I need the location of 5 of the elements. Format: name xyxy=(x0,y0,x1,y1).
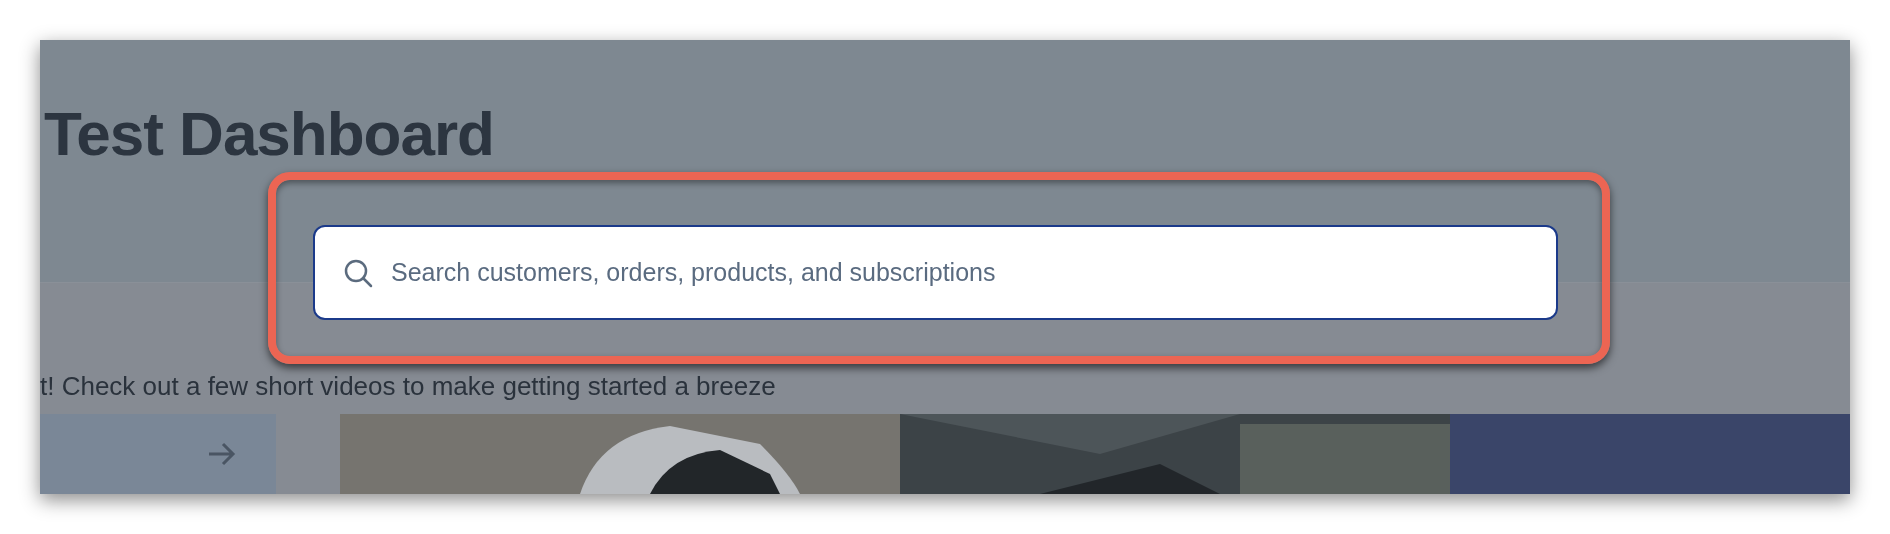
search-icon xyxy=(343,258,373,288)
intro-text: t! Check out a few short videos to make getting started a breeze xyxy=(40,371,777,402)
search-field[interactable]: Search customers, orders, products, and subscriptions xyxy=(313,225,1558,320)
video-nav-card[interactable] xyxy=(40,414,276,494)
page-title: Test Dashboard xyxy=(44,98,495,169)
